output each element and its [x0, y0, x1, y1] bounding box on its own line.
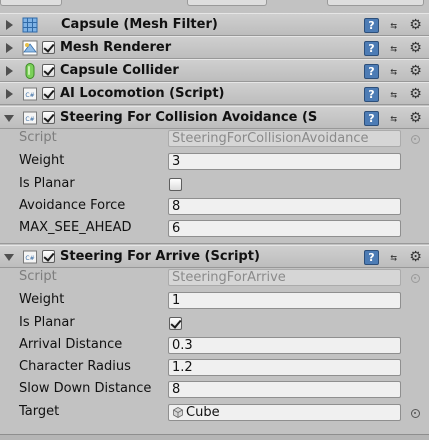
script-label: Script: [19, 130, 57, 145]
is-planar-label: Is Planar: [19, 176, 75, 191]
gear-icon[interactable]: ⚙: [408, 64, 423, 79]
weight-row: Weight 1: [0, 290, 429, 312]
weight-field[interactable]: 3: [168, 153, 401, 170]
arrival-distance-field[interactable]: 0.3: [168, 337, 401, 354]
avoidance-force-row: Avoidance Force 8: [0, 196, 429, 218]
component-divider: [0, 243, 429, 244]
preset-icon[interactable]: ⇆: [386, 18, 401, 33]
component-header-capsule-collider[interactable]: Capsule Collider ? ⇆ ⚙: [0, 59, 429, 82]
preset-icon[interactable]: ⇆: [386, 111, 401, 126]
help-icon[interactable]: ?: [364, 64, 379, 79]
gear-icon[interactable]: ⚙: [408, 87, 423, 102]
foldout-arrow-icon[interactable]: [6, 66, 13, 76]
foldout-arrow-icon[interactable]: [4, 115, 14, 122]
foldout-arrow-icon[interactable]: [6, 89, 13, 99]
cube-icon: [173, 407, 183, 418]
weight-label: Weight: [19, 292, 65, 307]
character-radius-field[interactable]: 1.2: [168, 359, 401, 376]
component-title: Steering For Collision Avoidance (S: [60, 110, 318, 125]
target-row: Target Cube: [0, 402, 429, 424]
help-icon[interactable]: ?: [364, 111, 379, 126]
object-picker-icon: [411, 274, 420, 283]
gear-icon[interactable]: ⚙: [408, 41, 423, 56]
is-planar-checkbox[interactable]: [169, 317, 182, 330]
component-title: Capsule (Mesh Filter): [61, 17, 218, 32]
svg-text:C#: C#: [25, 92, 34, 99]
gear-icon[interactable]: ⚙: [408, 250, 423, 265]
avoidance-force-label: Avoidance Force: [19, 198, 126, 213]
max-see-ahead-row: MAX_SEE_AHEAD 6: [0, 218, 429, 240]
weight-field[interactable]: 1: [168, 292, 401, 309]
bottom-divider: [0, 434, 429, 440]
arrival-distance-label: Arrival Distance: [19, 337, 123, 352]
is-planar-label: Is Planar: [19, 315, 75, 330]
svg-text:C#: C#: [25, 116, 34, 123]
component-header-mesh-renderer[interactable]: Mesh Renderer ? ⇆ ⚙: [0, 36, 429, 59]
component-title: AI Locomotion (Script): [60, 86, 225, 101]
component-title: Mesh Renderer: [60, 40, 172, 55]
preset-icon[interactable]: ⇆: [386, 64, 401, 79]
help-icon[interactable]: ?: [364, 41, 379, 56]
component-title: Steering For Arrive (Script): [60, 249, 260, 264]
component-header-arrive[interactable]: C# Steering For Arrive (Script) ? ⇆ ⚙: [0, 245, 429, 268]
help-icon[interactable]: ?: [364, 250, 379, 265]
mesh-filter-icon: [22, 17, 38, 33]
component-enabled-checkbox[interactable]: [42, 64, 55, 77]
component-title: Capsule Collider: [60, 63, 179, 78]
top-field-2[interactable]: [187, 0, 267, 6]
weight-label: Weight: [19, 153, 65, 168]
script-icon: C#: [23, 87, 37, 101]
max-see-ahead-field[interactable]: 6: [168, 220, 401, 237]
script-label: Script: [19, 269, 57, 284]
arrival-distance-row: Arrival Distance 0.3: [0, 335, 429, 357]
foldout-arrow-icon[interactable]: [6, 43, 13, 53]
is-planar-checkbox[interactable]: [169, 178, 182, 191]
script-row: Script SteeringForArrive: [0, 267, 429, 289]
gear-icon[interactable]: ⚙: [408, 18, 423, 33]
target-label: Target: [19, 404, 60, 419]
character-radius-label: Character Radius: [19, 359, 131, 374]
component-enabled-checkbox[interactable]: [42, 250, 55, 263]
script-icon: C#: [23, 250, 37, 264]
foldout-arrow-icon[interactable]: [6, 20, 13, 30]
is-planar-row: Is Planar: [0, 174, 429, 196]
slow-down-distance-field[interactable]: 8: [168, 381, 401, 398]
is-planar-row: Is Planar: [0, 313, 429, 335]
object-picker-icon: [411, 135, 420, 144]
script-icon: C#: [23, 111, 37, 125]
component-header-ai-locomotion[interactable]: C# AI Locomotion (Script) ? ⇆ ⚙: [0, 82, 429, 105]
slow-down-distance-row: Slow Down Distance 8: [0, 379, 429, 401]
avoidance-force-field[interactable]: 8: [168, 198, 401, 215]
svg-text:C#: C#: [25, 255, 34, 262]
script-row: Script SteeringForCollisionAvoidance: [0, 128, 429, 150]
target-field[interactable]: Cube: [168, 404, 401, 421]
target-value: Cube: [186, 405, 220, 420]
component-header-mesh-filter[interactable]: Capsule (Mesh Filter) ? ⇆ ⚙: [0, 13, 429, 36]
gear-icon[interactable]: ⚙: [408, 111, 423, 126]
component-enabled-checkbox[interactable]: [42, 87, 55, 100]
mesh-renderer-icon: [22, 40, 38, 56]
character-radius-row: Character Radius 1.2: [0, 357, 429, 379]
preset-icon[interactable]: ⇆: [386, 87, 401, 102]
object-picker-icon[interactable]: [411, 409, 420, 418]
top-field-1[interactable]: [0, 0, 62, 6]
component-enabled-checkbox[interactable]: [42, 41, 55, 54]
help-icon[interactable]: ?: [364, 18, 379, 33]
foldout-arrow-icon[interactable]: [4, 254, 14, 261]
component-enabled-checkbox[interactable]: [42, 111, 55, 124]
preset-icon[interactable]: ⇆: [386, 41, 401, 56]
script-field: SteeringForArrive: [168, 269, 401, 286]
help-icon[interactable]: ?: [364, 87, 379, 102]
script-field: SteeringForCollisionAvoidance: [168, 130, 401, 147]
slow-down-distance-label: Slow Down Distance: [19, 381, 152, 396]
component-header-collision-avoidance[interactable]: C# Steering For Collision Avoidance (S ?…: [0, 106, 429, 129]
preset-icon[interactable]: ⇆: [386, 250, 401, 265]
weight-row: Weight 3: [0, 151, 429, 173]
top-field-3[interactable]: [327, 0, 424, 6]
max-see-ahead-label: MAX_SEE_AHEAD: [19, 220, 132, 235]
capsule-collider-icon: [25, 63, 35, 79]
